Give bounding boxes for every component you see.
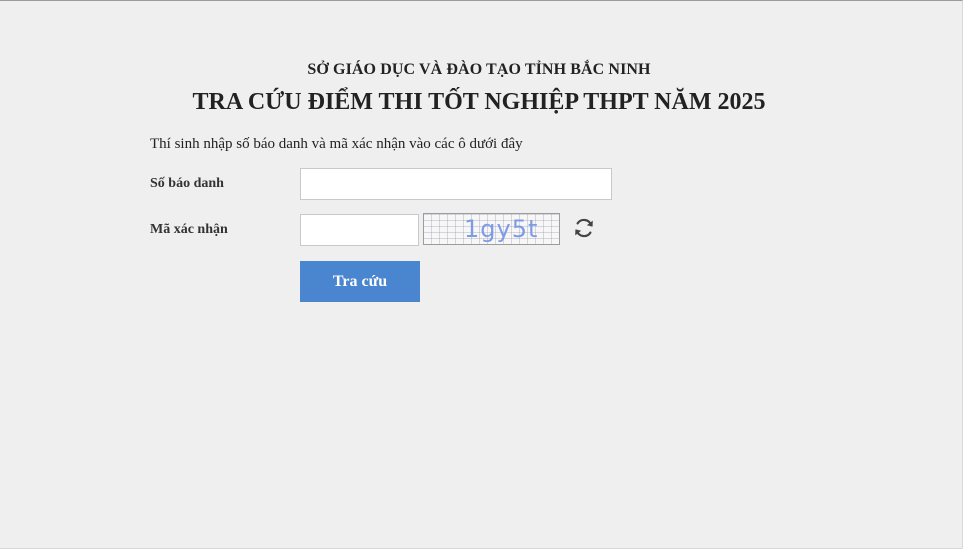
refresh-icon[interactable]: [572, 216, 596, 240]
lookup-page: SỞ GIÁO DỤC VÀ ĐÀO TẠO TỈNH BẮC NINH TRA…: [0, 0, 963, 549]
captcha-image: 1gy5t: [423, 213, 560, 245]
form-instruction: Thí sinh nhập số báo danh và mã xác nhận…: [150, 136, 523, 152]
page-title: TRA CỨU ĐIỂM THI TỐT NGHIỆP THPT NĂM 202…: [192, 89, 766, 115]
organization-title: SỞ GIÁO DỤC VÀ ĐÀO TẠO TỈNH BẮC NINH: [307, 61, 651, 78]
candidate-number-label: Số báo danh: [150, 176, 224, 191]
captcha-label: Mã xác nhận: [150, 222, 228, 237]
search-button[interactable]: Tra cứu: [300, 261, 420, 302]
captcha-input[interactable]: [300, 214, 419, 246]
captcha-image-text: 1gy5t: [464, 215, 539, 243]
candidate-number-input[interactable]: [300, 168, 612, 200]
